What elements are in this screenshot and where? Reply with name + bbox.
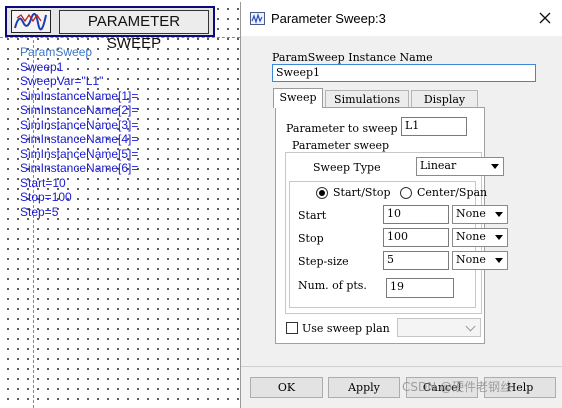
parameter-line: SimInstanceName[1]= xyxy=(20,88,139,103)
chevron-down-icon xyxy=(491,164,499,169)
instance-name-label: ParamSweep Instance Name xyxy=(272,51,433,64)
step-size-label: Step-size xyxy=(298,255,349,268)
tab-simulations[interactable]: Simulations xyxy=(325,90,409,108)
start-input[interactable]: 10 xyxy=(383,205,449,224)
parameter-line: SimInstanceName[6]= xyxy=(20,161,139,175)
param-to-sweep-input[interactable]: L1 xyxy=(401,117,467,136)
step-size-unit-value: None xyxy=(456,253,486,266)
radio-center-span-label: Center/Span xyxy=(417,186,488,199)
num-pts-input[interactable]: 19 xyxy=(386,278,454,298)
sweep-type-select[interactable]: Linear xyxy=(416,157,504,176)
schematic-canvas[interactable]: PARAMETER SWEEP ParamSweep Sweep1 SweepVar… xyxy=(0,0,240,408)
parameter-line: SimInstanceName[5]= xyxy=(20,146,139,161)
stop-input[interactable]: 100 xyxy=(383,228,449,247)
chevron-down-icon xyxy=(495,258,503,263)
stop-unit-value: None xyxy=(456,230,486,243)
parameter-line: Sweep1 xyxy=(20,59,64,74)
sweep-type-label: Sweep Type xyxy=(313,161,381,174)
radio-start-stop-label: Start/Stop xyxy=(333,186,391,199)
chevron-down-icon xyxy=(465,321,476,332)
param-to-sweep-label: Parameter to sweep xyxy=(286,122,398,135)
title-bar[interactable]: Parameter Sweep:3 xyxy=(241,2,562,36)
param-sweep-icon xyxy=(11,10,51,33)
waveform-icon xyxy=(250,12,265,25)
start-unit-value: None xyxy=(456,207,486,220)
parameter-sweep-dialog: Parameter Sweep:3 ParamSweep Instance Na… xyxy=(240,2,562,408)
parameter-line: Start=10 xyxy=(20,175,66,190)
parameter-list: ParamSweep Sweep1 SweepVar="L1" SimInstance… xyxy=(20,45,138,219)
start-unit-select[interactable]: None xyxy=(452,205,508,224)
use-sweep-plan-checkbox[interactable] xyxy=(286,322,298,334)
apply-button[interactable]: Apply xyxy=(328,377,400,398)
close-icon[interactable] xyxy=(537,10,553,26)
parameter-line: SimInstanceName[2]= xyxy=(20,103,139,117)
instance-name-input[interactable]: Sweep1 xyxy=(272,64,536,82)
radio-start-stop[interactable] xyxy=(316,187,328,199)
radio-dot xyxy=(319,190,325,196)
dialog-title: Parameter Sweep:3 xyxy=(271,11,386,26)
tab-sweep[interactable]: Sweep xyxy=(273,88,323,108)
chevron-down-icon xyxy=(495,235,503,240)
num-pts-label: Num. of pts. xyxy=(298,279,367,292)
radio-center-span[interactable] xyxy=(400,187,412,199)
parameter-line: SweepVar="L1" xyxy=(20,74,104,88)
stop-unit-select[interactable]: None xyxy=(452,228,508,247)
start-label: Start xyxy=(298,209,327,222)
parameter-line: SimInstanceName[4]= xyxy=(20,132,139,146)
chevron-down-icon xyxy=(495,212,503,217)
component-title: PARAMETER SWEEP xyxy=(59,10,209,52)
tab-display[interactable]: Display xyxy=(411,90,478,108)
parameter-line: Stop=100 xyxy=(20,190,72,204)
use-sweep-plan-label: Use sweep plan xyxy=(302,322,390,335)
watermark: CSDN @硬件老钢丝 xyxy=(402,380,513,394)
group-label: Parameter sweep xyxy=(289,139,393,152)
parameter-line: SimInstanceName[3]= xyxy=(20,117,139,132)
sweep-plan-select[interactable] xyxy=(397,318,481,337)
button-bar-divider xyxy=(241,366,562,367)
step-size-unit-select[interactable]: None xyxy=(452,251,508,270)
sweep-type-value: Linear xyxy=(420,159,457,172)
step-size-input[interactable]: 5 xyxy=(383,251,449,270)
param-sweep-component[interactable]: PARAMETER SWEEP xyxy=(5,6,215,52)
parameter-line: ParamSweep xyxy=(20,45,93,59)
parameter-line: Step=5 xyxy=(20,204,59,219)
ok-button[interactable]: OK xyxy=(250,377,323,398)
stop-label: Stop xyxy=(298,232,324,245)
